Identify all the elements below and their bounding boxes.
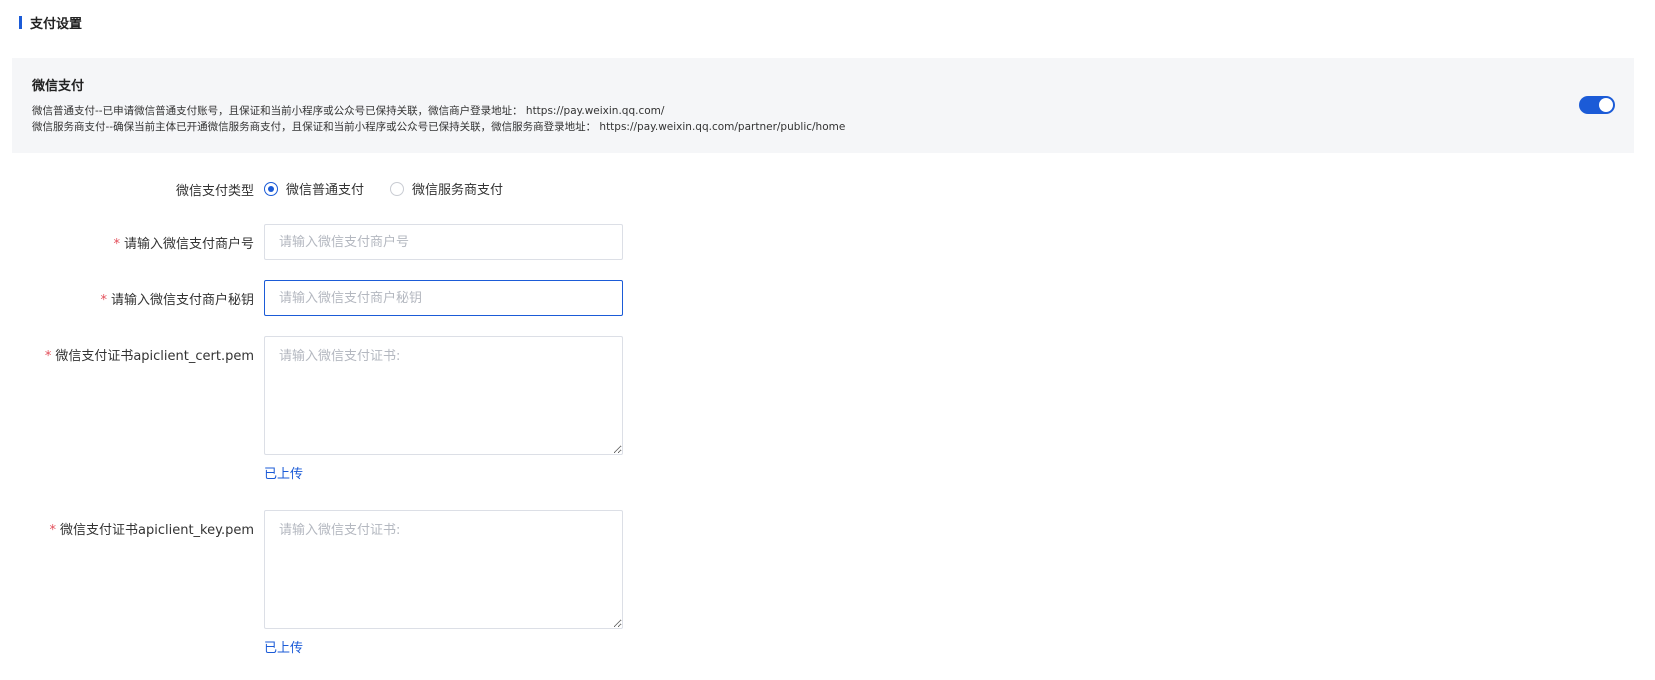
- wechat-service-pay-description: 微信服务商支付--确保当前主体已开通微信服务商支付，且保证和当前小程序或公众号已…: [32, 121, 846, 133]
- required-mark: *: [49, 523, 57, 538]
- required-mark: *: [113, 237, 120, 252]
- radio-normal-pay-label: 微信普通支付: [286, 183, 365, 198]
- cert-pem-textarea[interactable]: [264, 336, 623, 455]
- radio-normal-pay[interactable]: 微信普通支付: [264, 179, 364, 198]
- key-pem-textarea[interactable]: [264, 510, 623, 629]
- section-title-bar: [19, 16, 22, 29]
- radio-service-pay[interactable]: 微信服务商支付: [390, 179, 503, 198]
- radio-checked-icon: [264, 181, 278, 196]
- section-title: 支付设置: [30, 17, 83, 32]
- wechat-pay-panel: 微信支付 微信普通支付--已申请微信普通支付账号，且保证和当前小程序或公众号已保…: [12, 58, 1634, 153]
- radio-unchecked-icon: [390, 181, 405, 196]
- cert-pem-label: * 微信支付证书apiclient_cert.pem: [44, 349, 254, 364]
- section-header: 支付设置: [19, 13, 82, 32]
- wechat-pay-enable-toggle[interactable]: [1579, 96, 1615, 114]
- pay-type-label: 微信支付类型: [175, 184, 254, 199]
- merchant-id-input[interactable]: [264, 224, 623, 260]
- key-pem-uploaded-link[interactable]: 已上传: [264, 637, 303, 656]
- radio-service-pay-label: 微信服务商支付: [412, 183, 504, 198]
- required-mark: *: [44, 349, 52, 364]
- wechat-pay-title: 微信支付: [32, 79, 85, 94]
- merchant-id-label: * 请输入微信支付商户号: [113, 237, 254, 252]
- merchant-secret-label: * 请输入微信支付商户秘钥: [100, 293, 254, 308]
- cert-pem-uploaded-link[interactable]: 已上传: [264, 463, 303, 482]
- pay-type-radio-group: 微信普通支付 微信服务商支付: [264, 179, 529, 198]
- required-mark: *: [100, 293, 107, 308]
- key-pem-label: * 微信支付证书apiclient_key.pem: [49, 523, 255, 538]
- toggle-knob: [1599, 98, 1613, 112]
- merchant-secret-input[interactable]: [264, 280, 623, 316]
- wechat-normal-pay-description: 微信普通支付--已申请微信普通支付账号，且保证和当前小程序或公众号已保持关联，微…: [32, 105, 665, 117]
